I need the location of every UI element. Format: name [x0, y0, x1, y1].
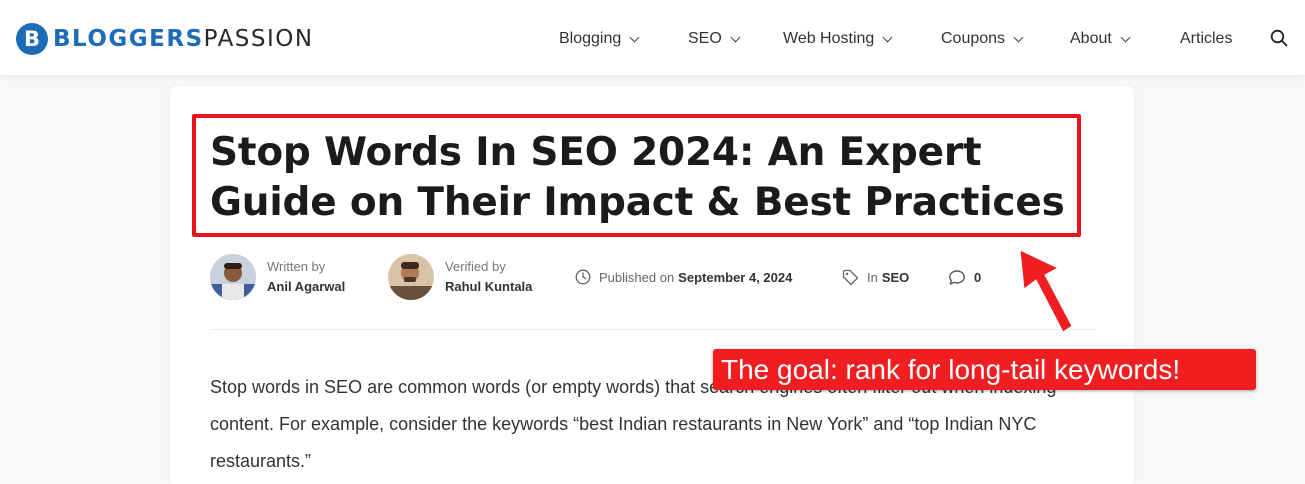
main-nav: Blogging SEO Web Hosting Coupons About A…	[0, 27, 1305, 51]
verifier-label: Verified by	[445, 259, 506, 274]
author-name[interactable]: Anil Agarwal	[267, 277, 345, 297]
nav-item-coupons[interactable]: Coupons	[941, 27, 1024, 51]
nav-item-articles[interactable]: Articles	[1180, 27, 1232, 51]
category-meta: In SEO	[842, 267, 909, 287]
nav-item-label: Blogging	[559, 30, 622, 47]
category-label: In	[867, 269, 878, 285]
published-date: September 4, 2024	[678, 269, 793, 285]
nav-item-seo[interactable]: SEO	[688, 27, 741, 51]
chevron-down-icon	[730, 32, 741, 42]
avatar[interactable]	[388, 254, 434, 300]
nav-item-label: Web Hosting	[783, 30, 875, 47]
chevron-down-icon	[629, 32, 640, 42]
comment-count: 0	[974, 269, 982, 285]
nav-item-label: Coupons	[941, 30, 1006, 47]
annotation-arrow-icon	[1019, 249, 1073, 333]
published-meta: Published on September 4, 2024	[575, 267, 792, 287]
comments-meta[interactable]: 0	[948, 267, 981, 287]
verifier-meta: Verified by Rahul Kuntala	[388, 253, 532, 301]
nav-item-label: Articles	[1180, 30, 1233, 47]
chevron-down-icon	[1013, 32, 1024, 42]
site-header: B BLOGGERSPASSION Blogging SEO Web Hosti…	[0, 0, 1305, 75]
chevron-down-icon	[1120, 32, 1131, 42]
nav-item-label: SEO	[688, 30, 722, 47]
author-meta: Written by Anil Agarwal	[210, 253, 345, 301]
avatar[interactable]	[210, 254, 256, 300]
author-label: Written by	[267, 259, 326, 274]
chevron-down-icon	[882, 32, 893, 42]
meta-divider	[210, 329, 1096, 330]
category-link[interactable]: SEO	[882, 270, 909, 285]
annotation-callout: The goal: rank for long-tail keywords!	[713, 349, 1256, 390]
verifier-name[interactable]: Rahul Kuntala	[445, 277, 532, 297]
clock-icon	[575, 269, 591, 285]
nav-item-label: About	[1070, 30, 1112, 47]
comment-icon	[949, 269, 965, 285]
search-icon[interactable]	[1270, 29, 1288, 47]
nav-item-about[interactable]: About	[1070, 27, 1131, 51]
nav-item-blogging[interactable]: Blogging	[559, 27, 640, 51]
article-title: Stop Words In SEO 2024: An Expert Guide …	[210, 130, 1065, 225]
published-label: Published on	[599, 269, 675, 285]
tag-icon	[842, 269, 859, 285]
nav-item-web-hosting[interactable]: Web Hosting	[783, 27, 893, 51]
